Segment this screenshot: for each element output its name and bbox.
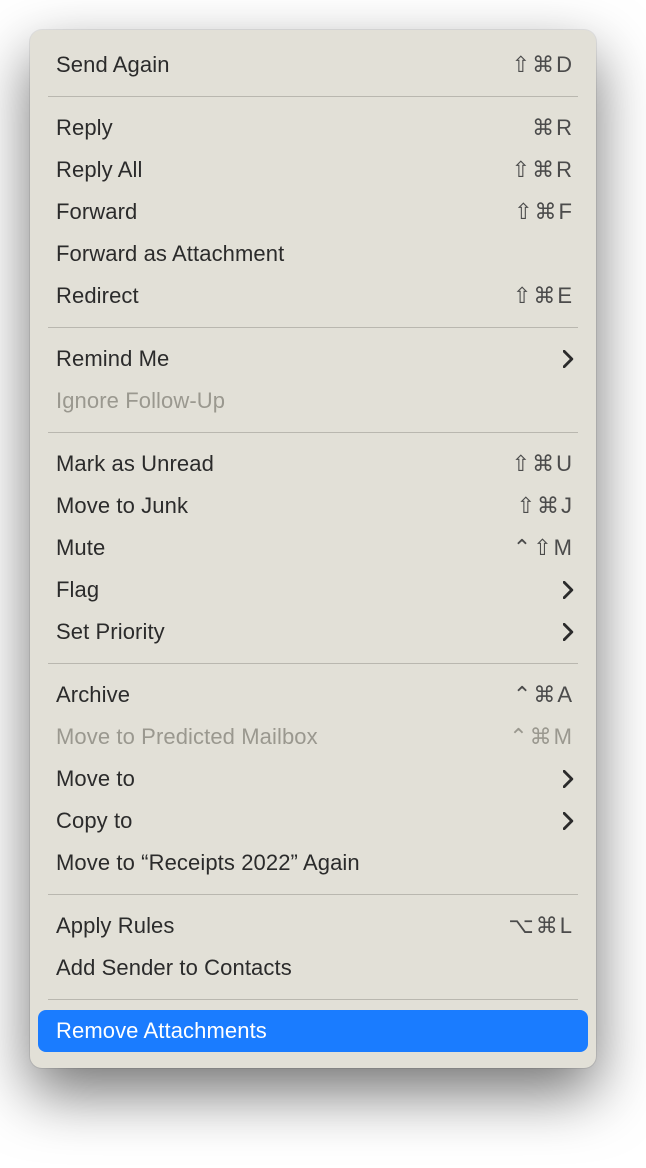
menu-item-label: Remove Attachments (56, 1018, 267, 1044)
menu-item-label: Ignore Follow-Up (56, 388, 225, 414)
menu-item-reply[interactable]: Reply ⌘R (30, 107, 596, 149)
menu-item-apply-rules[interactable]: Apply Rules ⌥⌘L (30, 905, 596, 947)
menu-section: Send Again ⇧⌘D (30, 38, 596, 92)
menu-section: Archive ⌃⌘A Move to Predicted Mailbox ⌃⌘… (30, 668, 596, 890)
chevron-right-icon (563, 623, 574, 641)
menu-item-label: Apply Rules (56, 913, 175, 939)
menu-item-label: Remind Me (56, 346, 169, 372)
menu-divider (48, 327, 578, 328)
menu-item-label: Reply (56, 115, 113, 141)
keyboard-shortcut: ⇧⌘F (514, 199, 574, 225)
menu-item-rhs (563, 350, 574, 368)
menu-item-mute[interactable]: Mute ⌃⇧M (30, 527, 596, 569)
menu-item-label: Archive (56, 682, 130, 708)
keyboard-shortcut: ⇧⌘E (513, 283, 574, 309)
menu-item-rhs: ⌘R (532, 115, 574, 141)
menu-item-label: Set Priority (56, 619, 165, 645)
menu-item-remove-attachments[interactable]: Remove Attachments (38, 1010, 588, 1052)
context-menu: Send Again ⇧⌘D Reply ⌘R Reply All ⇧⌘R Fo… (30, 30, 596, 1068)
menu-item-label: Mark as Unread (56, 451, 214, 477)
menu-item-label: Redirect (56, 283, 139, 309)
menu-item-copy-to[interactable]: Copy to (30, 800, 596, 842)
menu-item-label: Move to Junk (56, 493, 188, 519)
menu-section: Reply ⌘R Reply All ⇧⌘R Forward ⇧⌘F Forwa… (30, 101, 596, 323)
menu-divider (48, 999, 578, 1000)
keyboard-shortcut: ⇧⌘R (512, 157, 574, 183)
keyboard-shortcut: ⌥⌘L (508, 913, 574, 939)
menu-item-set-priority[interactable]: Set Priority (30, 611, 596, 653)
menu-item-rhs (563, 812, 574, 830)
menu-section: Remove Attachments (30, 1004, 596, 1058)
menu-item-move-to-junk[interactable]: Move to Junk ⇧⌘J (30, 485, 596, 527)
menu-item-rhs: ⇧⌘U (512, 451, 574, 477)
menu-item-rhs: ⌥⌘L (508, 913, 574, 939)
menu-item-rhs: ⇧⌘E (513, 283, 574, 309)
menu-item-move-to-again[interactable]: Move to “Receipts 2022” Again (30, 842, 596, 884)
menu-section: Remind Me Ignore Follow-Up (30, 332, 596, 428)
menu-item-label: Reply All (56, 157, 143, 183)
menu-item-label: Flag (56, 577, 99, 603)
menu-item-label: Move to “Receipts 2022” Again (56, 850, 360, 876)
menu-item-move-to-predicted-mailbox: Move to Predicted Mailbox ⌃⌘M (30, 716, 596, 758)
keyboard-shortcut: ⇧⌘J (517, 493, 574, 519)
menu-item-rhs: ⌃⇧M (513, 535, 574, 561)
keyboard-shortcut: ⌃⌘A (513, 682, 574, 708)
menu-item-rhs: ⇧⌘J (517, 493, 574, 519)
menu-item-label: Mute (56, 535, 105, 561)
menu-item-send-again[interactable]: Send Again ⇧⌘D (30, 44, 596, 86)
menu-item-rhs: ⇧⌘F (514, 199, 574, 225)
keyboard-shortcut: ⇧⌘U (512, 451, 574, 477)
menu-item-mark-as-unread[interactable]: Mark as Unread ⇧⌘U (30, 443, 596, 485)
menu-section: Apply Rules ⌥⌘L Add Sender to Contacts (30, 899, 596, 995)
chevron-right-icon (563, 812, 574, 830)
menu-item-rhs (563, 623, 574, 641)
menu-item-label: Add Sender to Contacts (56, 955, 292, 981)
menu-item-label: Move to Predicted Mailbox (56, 724, 318, 750)
chevron-right-icon (563, 770, 574, 788)
menu-item-label: Move to (56, 766, 135, 792)
keyboard-shortcut: ⌘R (532, 115, 574, 141)
menu-item-rhs: ⌃⌘M (509, 724, 574, 750)
menu-item-rhs: ⇧⌘D (512, 52, 574, 78)
menu-item-flag[interactable]: Flag (30, 569, 596, 611)
menu-item-label: Send Again (56, 52, 170, 78)
menu-divider (48, 96, 578, 97)
menu-section: Mark as Unread ⇧⌘U Move to Junk ⇧⌘J Mute… (30, 437, 596, 659)
keyboard-shortcut: ⌃⇧M (513, 535, 574, 561)
menu-item-rhs: ⌃⌘A (513, 682, 574, 708)
menu-item-ignore-follow-up: Ignore Follow-Up (30, 380, 596, 422)
menu-item-rhs (563, 581, 574, 599)
menu-item-reply-all[interactable]: Reply All ⇧⌘R (30, 149, 596, 191)
menu-item-archive[interactable]: Archive ⌃⌘A (30, 674, 596, 716)
menu-item-forward[interactable]: Forward ⇧⌘F (30, 191, 596, 233)
menu-divider (48, 894, 578, 895)
menu-item-label: Forward (56, 199, 137, 225)
menu-item-label: Forward as Attachment (56, 241, 284, 267)
menu-item-add-sender-to-contacts[interactable]: Add Sender to Contacts (30, 947, 596, 989)
chevron-right-icon (563, 350, 574, 368)
menu-item-remind-me[interactable]: Remind Me (30, 338, 596, 380)
keyboard-shortcut: ⌃⌘M (509, 724, 574, 750)
keyboard-shortcut: ⇧⌘D (512, 52, 574, 78)
menu-item-label: Copy to (56, 808, 133, 834)
menu-divider (48, 663, 578, 664)
chevron-right-icon (563, 581, 574, 599)
menu-item-move-to[interactable]: Move to (30, 758, 596, 800)
menu-item-rhs: ⇧⌘R (512, 157, 574, 183)
menu-divider (48, 432, 578, 433)
menu-item-redirect[interactable]: Redirect ⇧⌘E (30, 275, 596, 317)
menu-item-forward-as-attachment[interactable]: Forward as Attachment (30, 233, 596, 275)
menu-item-rhs (563, 770, 574, 788)
